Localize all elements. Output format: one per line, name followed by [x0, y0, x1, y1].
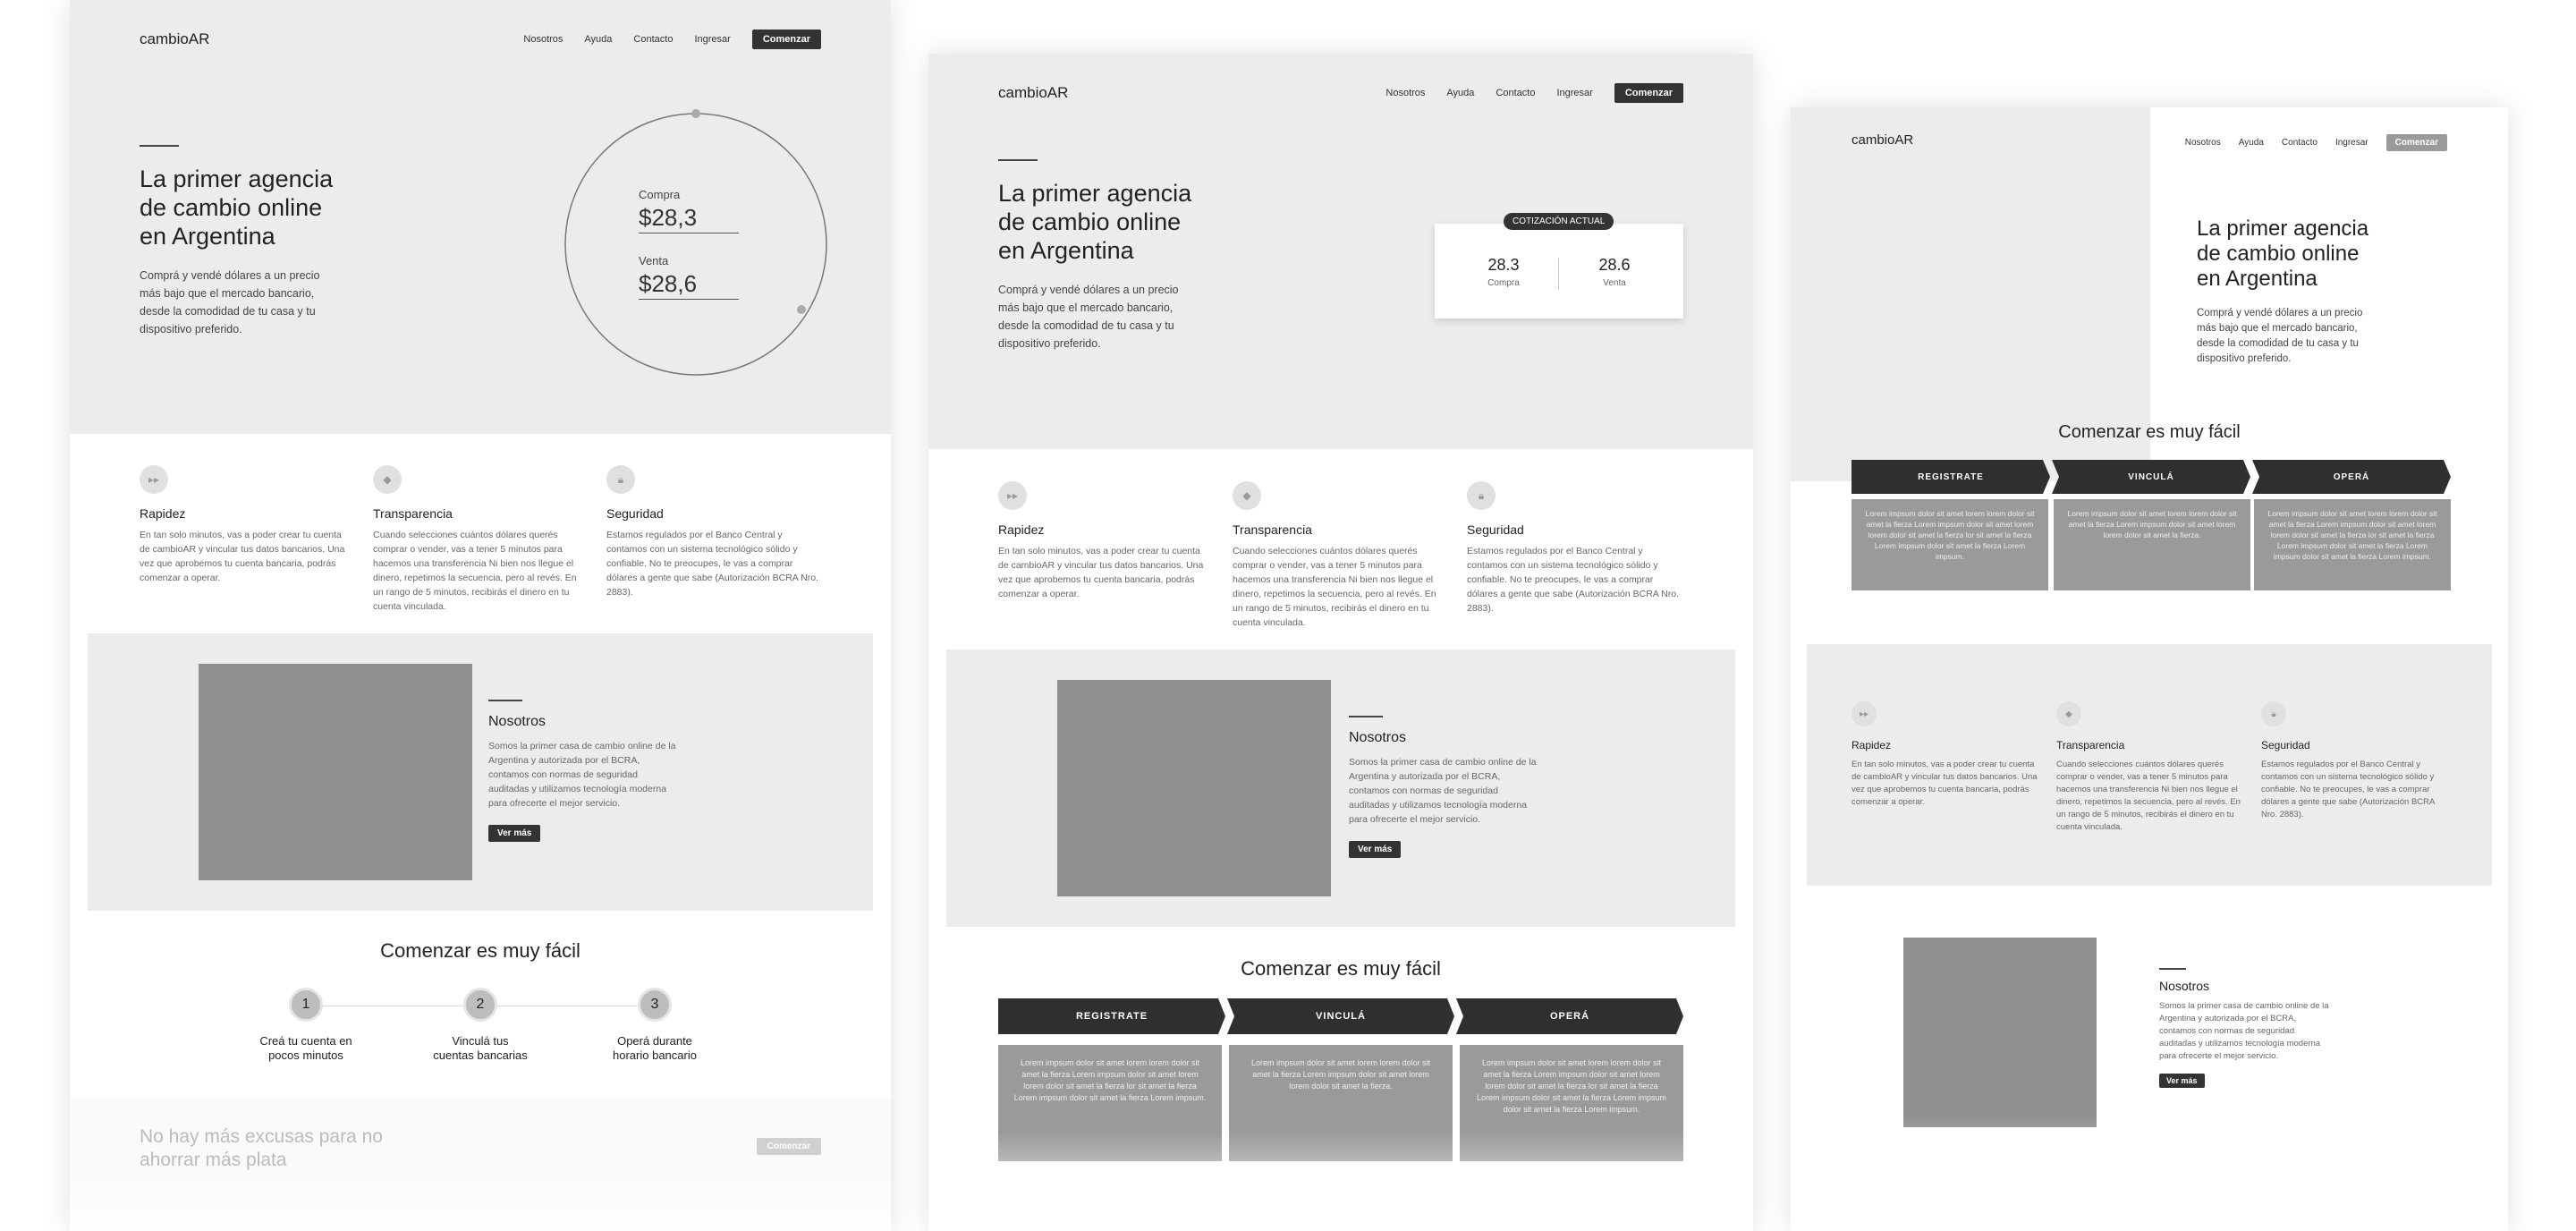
ver-mas-button[interactable]: Ver más [488, 825, 541, 842]
tag-icon: ◆ [373, 465, 402, 494]
hero-subtitle: Comprá y vendé dólares a un precio más b… [2197, 308, 2363, 364]
fast-forward-icon: ▸▸ [140, 465, 168, 494]
cotizacion-divider [1558, 258, 1559, 290]
wireframe-version-3: cambioAR Nosotros Ayuda Contacto Ingresa… [1791, 107, 2508, 1231]
hero-subtitle: Comprá y vendé dólares a un precio más b… [998, 284, 1179, 350]
venta-label: Venta [639, 254, 669, 267]
feature-seguridad: 🔒︎ Seguridad Estamos regulados por el Ba… [1467, 481, 1682, 616]
footer-comenzar-button[interactable]: Comenzar [756, 1138, 821, 1155]
feature-rapidez: ▸▸ Rapidez En tan solo minutos, vas a po… [140, 465, 354, 585]
rate-circle-graphic [564, 109, 827, 376]
feature-transparencia: ◆ Transparencia Cuando selecciones cuánt… [373, 465, 588, 614]
arrow-step-opera-text: Lorem impsum dolor sit amet lorem lorem … [2254, 499, 2451, 590]
about-content: Nosotros Somos la primer casa de cambio … [488, 700, 680, 842]
about-text: Somos la primer casa de cambio online de… [1349, 757, 1537, 825]
footer-cta-text: No hay más excusas para no ahorrar más p… [140, 1126, 383, 1170]
hero-title: La primer agencia de cambio online en Ar… [140, 166, 334, 250]
feature-transparencia: ◆ Transparencia Cuando selecciones cuánt… [2056, 701, 2244, 834]
arrow-step-registrate-text: Lorem impsum dolor sit amet lorem lorem … [1852, 499, 2048, 590]
wireframe-version-1: cambioAR Nosotros Ayuda Contacto Ingresa… [70, 0, 891, 1231]
main-nav: Nosotros Ayuda Contacto Ingresar Comenza… [2185, 134, 2447, 151]
hero-title: La primer agencia de cambio online en Ar… [2197, 216, 2369, 291]
arrow-step-opera: OPERÁ [1456, 998, 1683, 1034]
nav-ingresar[interactable]: Ingresar [1556, 88, 1592, 98]
step-2: 2 Vinculá tus cuentas bancarias [409, 988, 552, 1063]
about-image [1057, 680, 1331, 896]
cotizacion-venta: 28.6 Venta [1598, 256, 1631, 288]
arrow-step-registrate: REGISTRATE [1852, 460, 2050, 494]
wireframe-version-2: cambioAR Nosotros Ayuda Contacto Ingresa… [928, 54, 1753, 1231]
logo[interactable]: cambioAR [1852, 132, 1913, 148]
hero-title: La primer agencia de cambio online en Ar… [998, 180, 1192, 264]
nav-contacto[interactable]: Contacto [633, 34, 673, 45]
arrow-step-opera: OPERÁ [2252, 460, 2451, 494]
compra-label: Compra [639, 188, 681, 201]
about-title: Nosotros [1349, 730, 1407, 745]
main-nav: Nosotros Ayuda Contacto Ingresar Comenza… [1385, 83, 1683, 103]
arrow-step-vincula-text: Lorem impsum dolor sit amet lorem lorem … [1229, 1045, 1453, 1161]
arrow-step-opera-text: Lorem impsum dolor sit amet lorem lorem … [1460, 1045, 1683, 1161]
arrow-step-vincula: VINCULÁ [1227, 998, 1454, 1034]
about-image [1903, 938, 2097, 1127]
arrow-step-registrate-text: Lorem impsum dolor sit amet lorem lorem … [998, 1045, 1222, 1161]
hero-divider [140, 145, 179, 147]
nav-ingresar[interactable]: Ingresar [2335, 138, 2368, 148]
about-title: Nosotros [2159, 979, 2210, 993]
about-text: Somos la primer casa de cambio online de… [2159, 1001, 2329, 1061]
about-content: Nosotros Somos la primer casa de cambio … [2159, 968, 2329, 1088]
tag-icon: ◆ [2056, 701, 2081, 726]
about-image [199, 664, 472, 880]
fast-forward-icon: ▸▸ [998, 481, 1027, 510]
about-text: Somos la primer casa de cambio online de… [488, 741, 676, 809]
nav-nosotros[interactable]: Nosotros [1385, 88, 1425, 98]
about-title: Nosotros [488, 714, 547, 729]
cotizacion-card: 28.3 Compra 28.6 Venta [1435, 224, 1683, 318]
fast-forward-icon: ▸▸ [1852, 701, 1877, 726]
compra-value: $28,3 [639, 204, 739, 233]
step-1: 1 Creá tu cuenta en pocos minutos [234, 988, 377, 1063]
nav-contacto[interactable]: Contacto [1496, 88, 1535, 98]
logo[interactable]: cambioAR [140, 30, 209, 48]
lock-icon: 🔒︎ [2261, 701, 2286, 726]
feature-rapidez: ▸▸ Rapidez En tan solo minutos, vas a po… [998, 481, 1213, 601]
feature-transparencia: ◆ Transparencia Cuando selecciones cuánt… [1233, 481, 1447, 630]
hero-subtitle: Comprá y vendé dólares a un precio más b… [140, 269, 320, 335]
step-3: 3 Operá durante horario bancario [583, 988, 726, 1063]
nav-ayuda[interactable]: Ayuda [584, 34, 612, 45]
lock-icon: 🔒︎ [1467, 481, 1496, 510]
arrow-step-registrate: REGISTRATE [998, 998, 1225, 1034]
nav-ayuda[interactable]: Ayuda [2239, 138, 2264, 148]
nav-ayuda[interactable]: Ayuda [1446, 88, 1474, 98]
feature-seguridad: 🔒︎ Seguridad Estamos regulados por el Ba… [606, 465, 821, 599]
easy-title: Comenzar es muy fácil [2058, 422, 2241, 442]
comenzar-button[interactable]: Comenzar [2385, 134, 2447, 151]
about-content: Nosotros Somos la primer casa de cambio … [1349, 716, 1540, 858]
arrow-step-vincula-text: Lorem impsum dolor sit amet lorem lorem … [2054, 499, 2250, 590]
venta-value: $28,6 [639, 270, 739, 300]
nav-nosotros[interactable]: Nosotros [523, 34, 563, 45]
nav-nosotros[interactable]: Nosotros [2185, 138, 2221, 148]
cotizacion-badge: COTIZACIÓN ACTUAL [1504, 213, 1614, 230]
lock-icon: 🔒︎ [606, 465, 635, 494]
easy-title: Comenzar es muy fácil [1241, 957, 1441, 980]
nav-ingresar[interactable]: Ingresar [694, 34, 730, 45]
nav-contacto[interactable]: Contacto [2282, 138, 2318, 148]
ver-mas-button[interactable]: Ver más [2159, 1074, 2205, 1088]
main-nav: Nosotros Ayuda Contacto Ingresar Comenza… [523, 30, 821, 49]
feature-seguridad: 🔒︎ Seguridad Estamos regulados por el Ba… [2261, 701, 2449, 821]
hero-divider [998, 159, 1038, 161]
arrow-step-vincula: VINCULÁ [2052, 460, 2250, 494]
logo[interactable]: cambioAR [998, 84, 1068, 102]
tag-icon: ◆ [1233, 481, 1261, 510]
easy-title: Comenzar es muy fácil [380, 939, 580, 962]
feature-rapidez: ▸▸ Rapidez En tan solo minutos, vas a po… [1852, 701, 2039, 809]
cotizacion-compra: 28.3 Compra [1487, 256, 1520, 288]
comenzar-button[interactable]: Comenzar [1614, 83, 1683, 103]
comenzar-button[interactable]: Comenzar [751, 30, 821, 49]
ver-mas-button[interactable]: Ver más [1349, 841, 1402, 858]
